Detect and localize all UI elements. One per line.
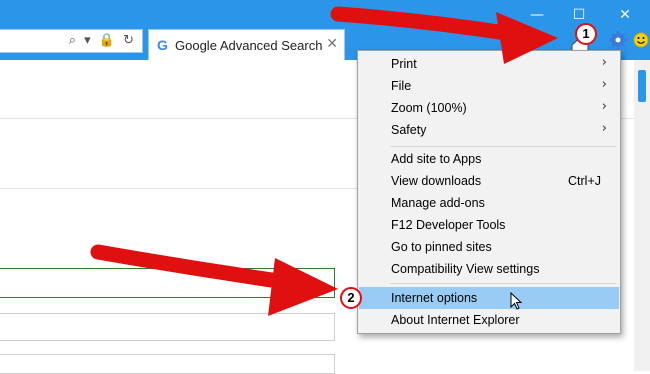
annotation-arrow-2 (90, 244, 338, 316)
annotation-arrow-1 (330, 6, 558, 64)
annotation-overlay (90, 6, 558, 316)
step-1-badge: 1 (575, 23, 597, 45)
step-2-badge: 2 (340, 287, 362, 309)
